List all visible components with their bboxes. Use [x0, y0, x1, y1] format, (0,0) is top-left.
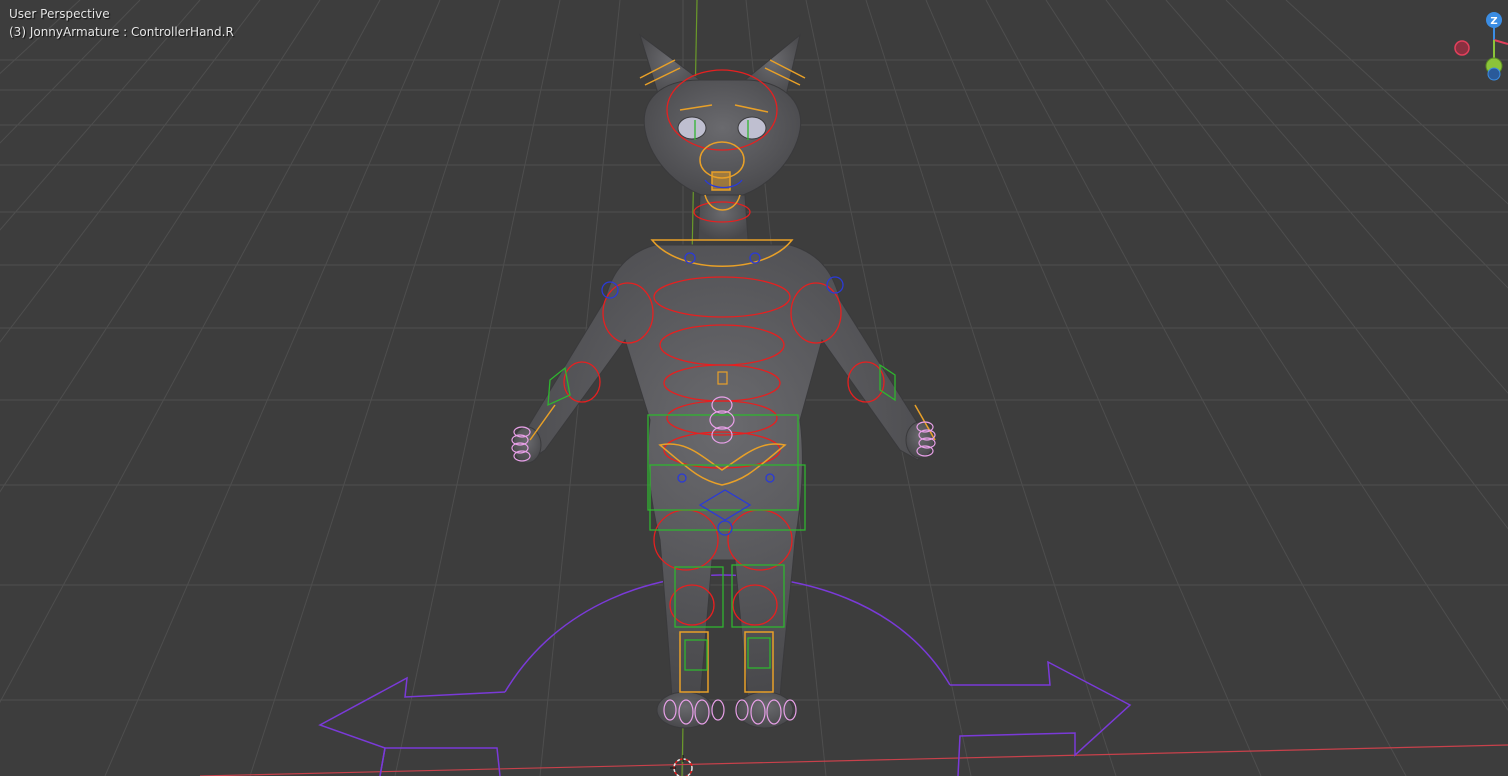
body — [519, 244, 929, 701]
view-name-label: User Perspective — [9, 7, 110, 21]
z-axis-label: Z — [1490, 16, 1497, 27]
navigation-gizmo[interactable]: Z — [1454, 12, 1508, 81]
neg-x-axis-icon[interactable] — [1454, 40, 1470, 56]
neg-z-axis-icon[interactable] — [1487, 67, 1501, 81]
x-axis-line — [199, 744, 1508, 776]
root-controller-bone[interactable] — [318, 574, 1132, 776]
active-object-info: (3) JonnyArmature : ControllerHand.R — [9, 25, 234, 39]
world-axes — [199, 0, 1508, 776]
eye-left — [677, 116, 707, 140]
3d-viewport[interactable]: Z User Perspective (3) JonnyArmature : C… — [0, 0, 1508, 776]
3d-cursor[interactable] — [670, 755, 693, 776]
eye-right — [737, 116, 767, 140]
scene-canvas[interactable]: Z — [0, 0, 1508, 776]
